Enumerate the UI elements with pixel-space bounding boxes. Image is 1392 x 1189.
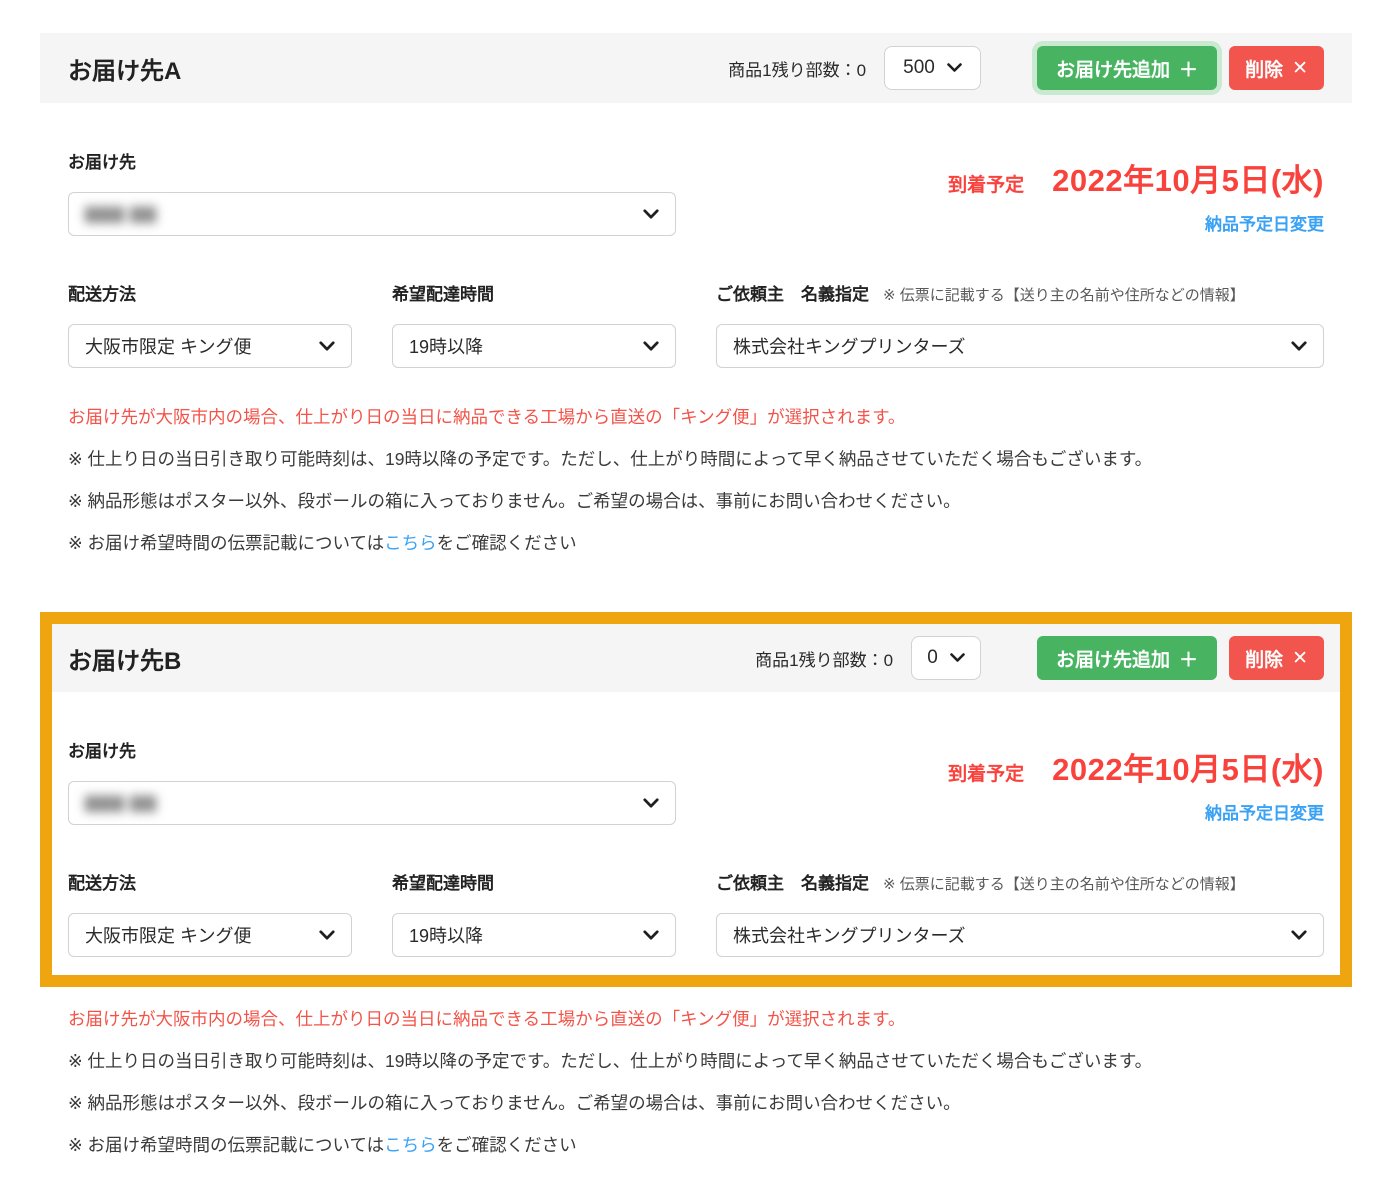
destination-field-label: お届け先 [68, 737, 676, 762]
chevron-down-icon [643, 341, 659, 352]
chevron-down-icon [319, 930, 335, 941]
shipping-method-select[interactable]: 大阪市限定 キング便 [68, 913, 352, 957]
arrival-label: 到着予定 [948, 170, 1024, 197]
plus-icon: ＋ [1179, 55, 1198, 82]
kochira-link[interactable]: こちら [384, 1135, 437, 1155]
sender-select[interactable]: 株式会社キングプリンターズ [716, 913, 1324, 957]
delivery-time-label: 希望配達時間 [392, 280, 676, 305]
section-b-form: お届け先 ▇▇▇ ▇▇ 到着予定 2022年10月5日(水) 納品予定日変更 [52, 692, 1340, 957]
add-destination-label: お届け先追加 [1056, 55, 1170, 82]
delete-destination-label: 削除 [1245, 645, 1283, 672]
delivery-time-select[interactable]: 19時以降 [392, 324, 676, 368]
destination-section-a: お届け先A 商品1残り部数：0 500 お届け先追加 ＋ 削除 ✕ [40, 33, 1352, 368]
note-slip-suffix: をご確認ください [437, 533, 577, 553]
note-packaging: ※ 納品形態はポスター以外、段ボールの箱に入っておりません。ご希望の場合は、事前… [68, 488, 1324, 514]
sender-note: ※ 伝票に記載する【送り主の名前や住所などの情報】 [883, 284, 1245, 305]
note-slip-prefix: ※ お届け希望時間の伝票記載については [68, 1135, 384, 1155]
delete-destination-button[interactable]: 削除 ✕ [1229, 46, 1324, 90]
arrival-label: 到着予定 [948, 759, 1024, 786]
quantity-value: 0 [927, 647, 938, 669]
section-b-header-controls: 商品1残り部数：0 0 お届け先追加 ＋ 削除 ✕ [755, 636, 1324, 680]
sender-value: 株式会社キングプリンターズ [733, 333, 966, 359]
close-icon: ✕ [1292, 647, 1308, 670]
section-b-notes: お届け先が大阪市内の場合、仕上がり日の当日に納品できる工場から直送の「キング便」… [40, 1007, 1352, 1158]
delivery-time-select[interactable]: 19時以降 [392, 913, 676, 957]
delete-destination-label: 削除 [1245, 55, 1283, 82]
section-title: お届け先B [68, 641, 181, 676]
arrival-date: 2022年10月5日(水) [1052, 744, 1324, 789]
destination-value-redacted: ▇▇▇ ▇▇ [85, 204, 157, 224]
destination-field-label: お届け先 [68, 148, 676, 173]
sender-label: ご依頼主 名義指定 [716, 869, 869, 894]
section-title: お届け先A [68, 51, 181, 86]
shipping-method-select[interactable]: 大阪市限定 キング便 [68, 324, 352, 368]
note-packaging: ※ 納品形態はポスター以外、段ボールの箱に入っておりません。ご希望の場合は、事前… [68, 1090, 1324, 1116]
chevron-down-icon [643, 209, 659, 220]
close-icon: ✕ [1292, 57, 1308, 80]
remaining-count-label: 商品1残り部数：0 [728, 56, 866, 81]
note-slip-suffix: をご確認ください [437, 1135, 577, 1155]
king-bin-notice: お届け先が大阪市内の場合、仕上がり日の当日に納品できる工場から直送の「キング便」… [68, 1007, 1324, 1032]
destination-value-redacted: ▇▇▇ ▇▇ [85, 793, 157, 813]
destination-select[interactable]: ▇▇▇ ▇▇ [68, 781, 676, 825]
quantity-select[interactable]: 0 [911, 636, 981, 680]
shipping-method-label: 配送方法 [68, 869, 352, 894]
kochira-link[interactable]: こちら [384, 533, 437, 553]
delete-destination-button[interactable]: 削除 ✕ [1229, 636, 1324, 680]
chevron-down-icon [643, 798, 659, 809]
change-delivery-date-link[interactable]: 納品予定日変更 [1205, 799, 1324, 824]
destination-select[interactable]: ▇▇▇ ▇▇ [68, 192, 676, 236]
chevron-down-icon [947, 63, 962, 73]
arrival-info: 到着予定 2022年10月5日(水) 納品予定日変更 [948, 103, 1324, 235]
delivery-destinations-page: お届け先A 商品1残り部数：0 500 お届け先追加 ＋ 削除 ✕ [0, 0, 1392, 1189]
chevron-down-icon [1291, 341, 1307, 352]
note-slip-prefix: ※ お届け希望時間の伝票記載については [68, 533, 384, 553]
add-destination-label: お届け先追加 [1056, 645, 1170, 672]
note-pickup-time: ※ 仕上り日の当日引き取り可能時刻は、19時以降の予定です。ただし、仕上がり時間… [68, 1048, 1324, 1074]
sender-select[interactable]: 株式会社キングプリンターズ [716, 324, 1324, 368]
chevron-down-icon [643, 930, 659, 941]
quantity-value: 500 [903, 57, 935, 79]
sender-note: ※ 伝票に記載する【送り主の名前や住所などの情報】 [883, 873, 1245, 894]
section-a-form: お届け先 ▇▇▇ ▇▇ 到着予定 2022年10月5日(水) 納品予定日変更 [40, 103, 1352, 368]
remaining-count-label: 商品1残り部数：0 [755, 646, 893, 671]
plus-icon: ＋ [1179, 645, 1198, 672]
note-slip-info: ※ お届け希望時間の伝票記載についてはこちらをご確認ください [68, 530, 1324, 556]
note-pickup-time: ※ 仕上り日の当日引き取り可能時刻は、19時以降の予定です。ただし、仕上がり時間… [68, 446, 1324, 472]
chevron-down-icon [950, 653, 965, 663]
note-slip-info: ※ お届け希望時間の伝票記載についてはこちらをご確認ください [68, 1132, 1324, 1158]
arrival-date: 2022年10月5日(水) [1052, 155, 1324, 200]
sender-value: 株式会社キングプリンターズ [733, 922, 966, 948]
add-destination-button[interactable]: お届け先追加 ＋ [1037, 636, 1217, 680]
delivery-time-value: 19時以降 [409, 333, 483, 359]
add-destination-button[interactable]: お届け先追加 ＋ [1037, 46, 1217, 90]
chevron-down-icon [319, 341, 335, 352]
destination-section-b: お届け先B 商品1残り部数：0 0 お届け先追加 ＋ 削除 ✕ [40, 612, 1352, 987]
arrival-info: 到着予定 2022年10月5日(水) 納品予定日変更 [948, 692, 1324, 824]
chevron-down-icon [1291, 930, 1307, 941]
section-a-notes: お届け先が大阪市内の場合、仕上がり日の当日に納品できる工場から直送の「キング便」… [40, 405, 1352, 556]
shipping-method-value: 大阪市限定 キング便 [85, 333, 251, 359]
section-b-header: お届け先B 商品1残り部数：0 0 お届け先追加 ＋ 削除 ✕ [52, 624, 1340, 692]
section-a-header: お届け先A 商品1残り部数：0 500 お届け先追加 ＋ 削除 ✕ [40, 33, 1352, 103]
delivery-time-value: 19時以降 [409, 922, 483, 948]
section-a-header-controls: 商品1残り部数：0 500 お届け先追加 ＋ 削除 ✕ [728, 46, 1324, 90]
sender-label: ご依頼主 名義指定 [716, 280, 869, 305]
king-bin-notice: お届け先が大阪市内の場合、仕上がり日の当日に納品できる工場から直送の「キング便」… [68, 405, 1324, 430]
shipping-method-value: 大阪市限定 キング便 [85, 922, 251, 948]
delivery-time-label: 希望配達時間 [392, 869, 676, 894]
change-delivery-date-link[interactable]: 納品予定日変更 [1205, 210, 1324, 235]
quantity-select[interactable]: 500 [884, 46, 981, 90]
shipping-method-label: 配送方法 [68, 280, 352, 305]
